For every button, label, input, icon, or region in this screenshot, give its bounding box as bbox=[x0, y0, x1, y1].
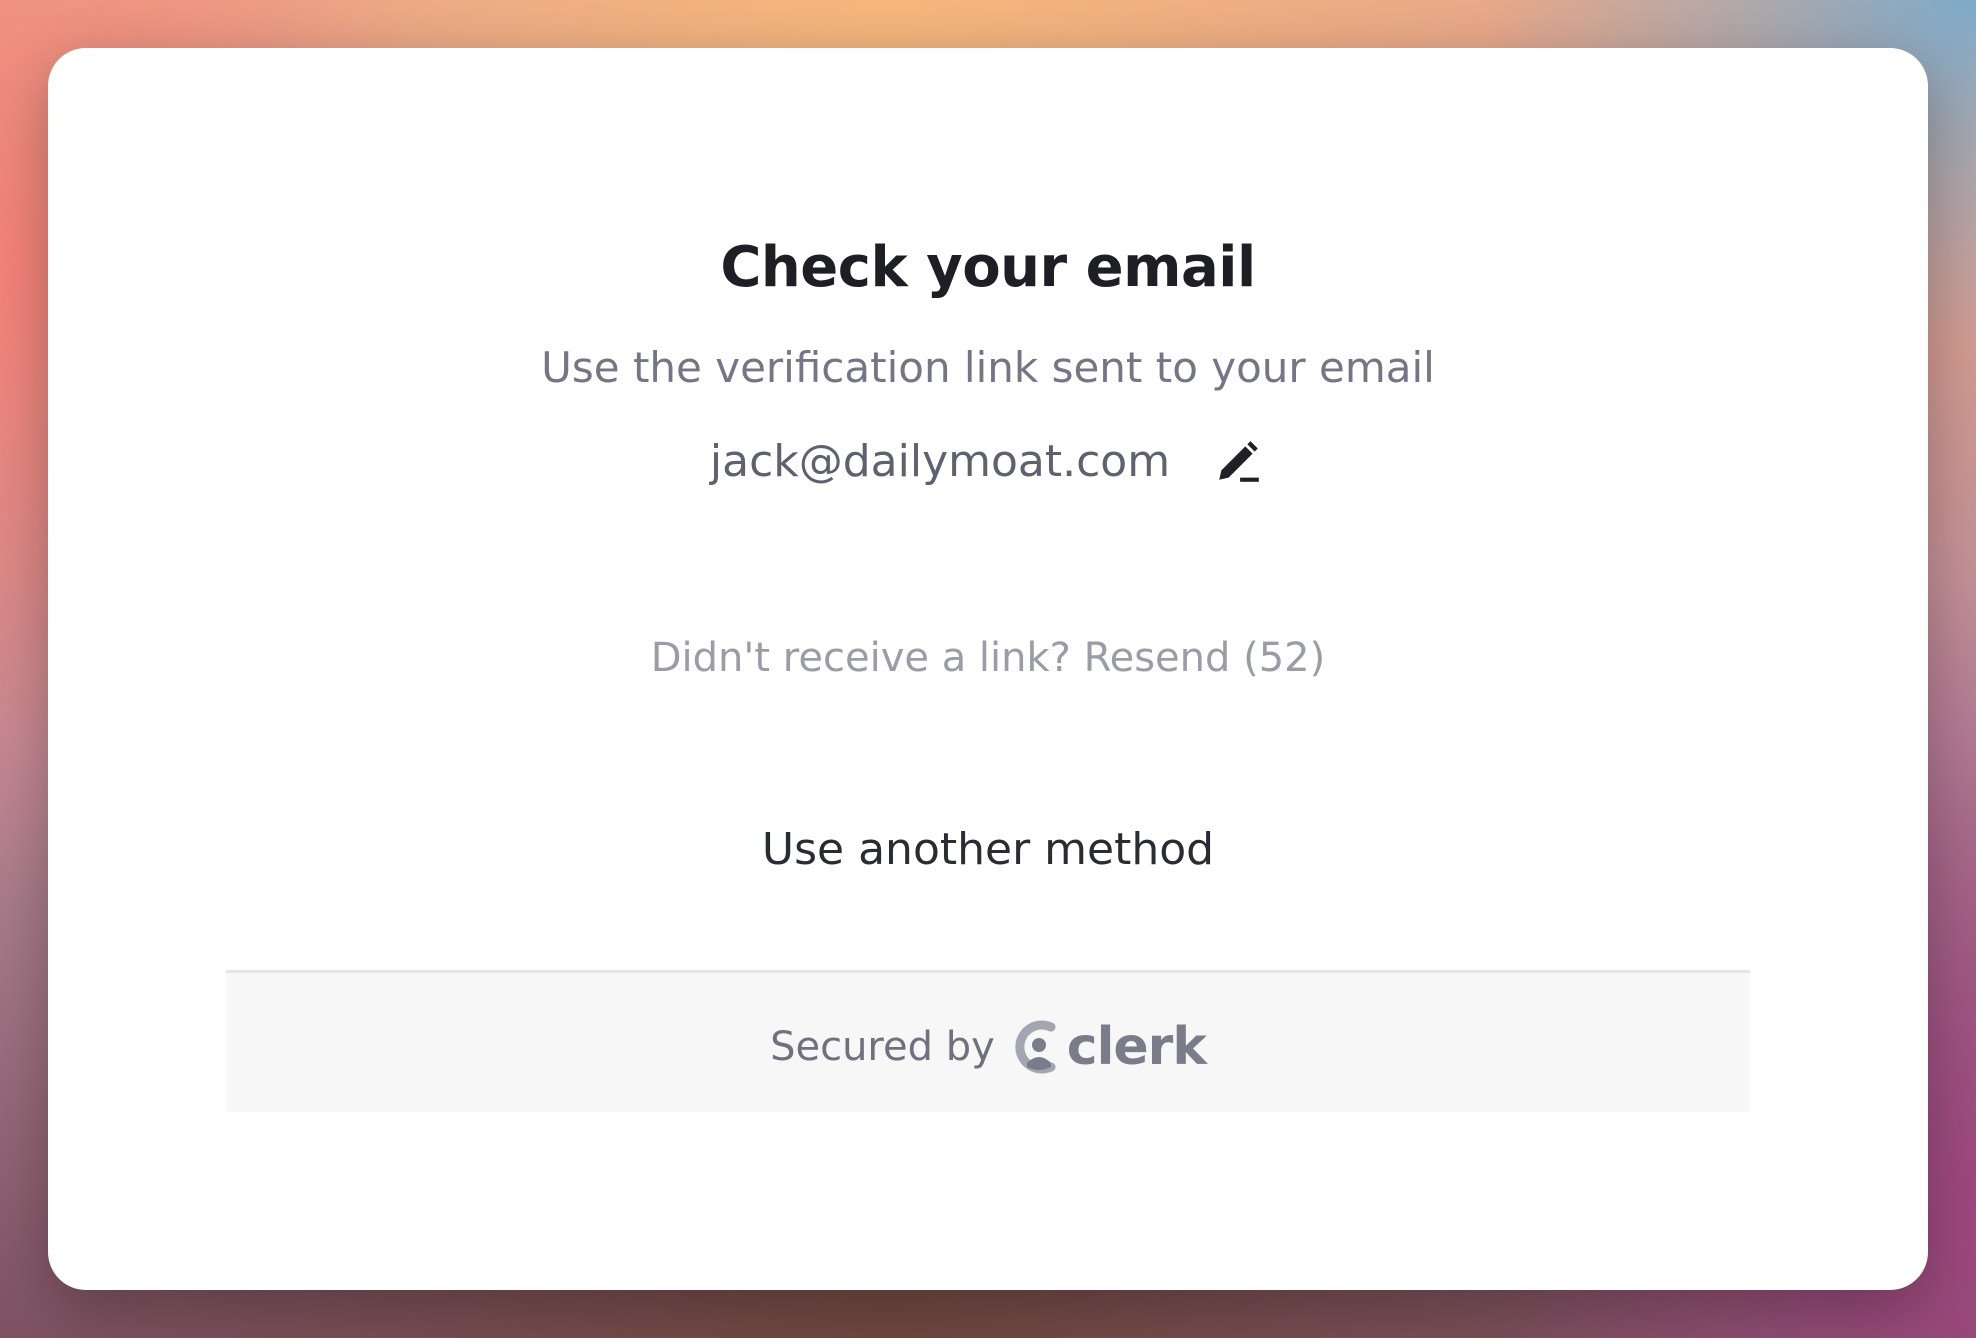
email-address: jack@dailymoat.com bbox=[709, 436, 1171, 487]
resend-link-row: Didn't receive a link? Resend (52) bbox=[48, 630, 1928, 686]
page-title: Check your email bbox=[720, 235, 1256, 300]
clerk-logo[interactable]: clerk bbox=[1013, 1016, 1207, 1077]
email-identity-row: jack@dailymoat.com bbox=[48, 426, 1928, 498]
clerk-brand-name: clerk bbox=[1066, 1016, 1207, 1077]
resend-link[interactable]: Didn't receive a link? Resend (52) bbox=[651, 635, 1325, 681]
secured-by-label: Secured by bbox=[770, 1023, 995, 1070]
edit-email-button[interactable] bbox=[1210, 434, 1266, 490]
pencil-icon bbox=[1219, 441, 1259, 482]
use-another-method-button[interactable]: Use another method bbox=[48, 820, 1928, 880]
verification-card: Check your email Use the verification li… bbox=[48, 48, 1928, 1290]
secured-by-footer: Secured by clerk bbox=[226, 970, 1750, 1112]
page-subtitle: Use the verification link sent to your e… bbox=[541, 343, 1435, 392]
clerk-logo-icon bbox=[1015, 1020, 1056, 1073]
